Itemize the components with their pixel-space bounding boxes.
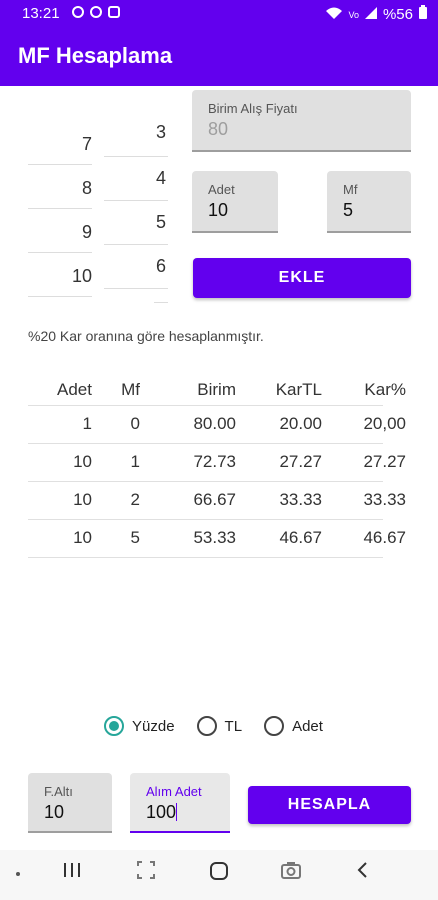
back-icon[interactable] [354,860,372,886]
birim-fiyat-field[interactable]: Birim Alış Fiyatı 80 [192,90,411,152]
nav-dot-icon [16,872,20,876]
picker-divider [154,302,168,303]
table-row: 10 5 53.33 46.67 46.67 [28,520,406,558]
browser-icon [90,6,102,18]
app-bar: MF Hesaplama [0,28,438,86]
cell-adet: 10 [73,490,92,509]
alim-adet-label: Alım Adet [146,784,202,799]
faltı-value: 10 [44,802,65,822]
picker-divider [104,200,168,201]
ekle-button[interactable]: EKLE [193,258,411,298]
anchor-icon [72,6,84,18]
mf-label: Mf [343,182,358,197]
radio-yuzde[interactable]: Yüzde [104,716,175,736]
cell-birim: 53.33 [193,528,236,547]
cell-karyuzde: 27.27 [363,452,406,471]
camera-icon[interactable] [280,860,302,886]
picker-divider [28,208,92,209]
adet-label: Adet [208,182,235,197]
cell-adet: 1 [82,414,92,433]
radio-adet-label[interactable]: Adet [292,718,323,735]
status-time: 13:21 [22,5,60,22]
image-icon [108,6,120,18]
app-title: MF Hesaplama [18,43,173,68]
picker-divider [28,252,92,253]
alim-adet-value: 100 [146,802,177,822]
hesapla-button[interactable]: HESAPLA [248,786,411,824]
system-nav-bar [0,850,438,900]
cell-karyuzde: 46.67 [363,528,406,547]
adet-field[interactable]: Adet 10 [192,171,278,233]
mf-value: 5 [343,200,354,220]
home-icon[interactable] [208,860,230,888]
radio-checked-icon[interactable] [104,716,124,736]
radio-adet[interactable]: Adet [264,716,323,736]
picker-divider [104,244,168,245]
radio-tl-label[interactable]: TL [225,718,243,735]
cell-kartl: 27.27 [279,452,322,471]
radio-yuzde-label[interactable]: Yüzde [132,718,175,735]
faltı-field[interactable]: F.Altı 10 [28,773,112,833]
cell-adet: 10 [73,452,92,471]
battery-icon [418,5,428,24]
scan-icon[interactable] [136,860,156,886]
results-table: Adet Mf Birim KarTL Kar% 1 0 80.00 20.00… [28,372,406,558]
header-karyuzde: Kar% [364,380,406,399]
alim-adet-field[interactable]: Alım Adet 100 [130,773,230,833]
radio-unchecked-icon[interactable] [264,716,285,736]
birim-fiyat-label: Birim Alış Fiyatı [208,101,298,116]
cell-mf: 5 [130,528,140,547]
battery-text: %56 [382,6,413,23]
picker-item[interactable]: 7 [28,134,92,155]
mf-number-picker[interactable]: 3 4 5 6 [104,120,168,310]
picker-item[interactable]: 8 [28,178,92,199]
adet-value: 10 [208,200,229,220]
cell-kartl: 20.00 [279,414,322,433]
profit-rate-note: %20 Kar oranına göre hesaplanmıştır. [28,328,264,344]
cell-mf: 0 [130,414,140,433]
birim-fiyat-hint: 80 [208,119,229,139]
volte-icon: Vo [348,9,359,20]
table-header-row: Adet Mf Birim KarTL Kar% [28,372,406,406]
recent-apps-icon[interactable] [62,860,82,886]
cell-karyuzde: 20,00 [363,414,406,433]
cell-karyuzde: 33.33 [363,490,406,509]
cell-birim: 80.00 [193,414,236,433]
radio-unchecked-icon[interactable] [196,716,217,736]
mode-radio-group: Yüzde TL Adet [104,716,323,736]
picker-divider [104,288,168,289]
text-cursor [176,803,178,821]
cell-adet: 10 [73,528,92,547]
signal-icon [364,6,378,24]
table-row: 10 1 72.73 27.27 27.27 [28,444,406,482]
radio-tl[interactable]: TL [196,716,243,736]
wifi-icon [325,6,343,24]
cell-kartl: 46.67 [279,528,322,547]
status-bar: 13:21 Vo %56 [0,0,438,28]
picker-item[interactable]: 6 [104,256,166,277]
header-birim: Birim [197,380,236,399]
picker-item[interactable]: 3 [104,122,166,143]
mf-field[interactable]: Mf 5 [327,171,411,233]
picker-item[interactable]: 4 [104,168,166,189]
cell-kartl: 33.33 [279,490,322,509]
table-row: 10 2 66.67 33.33 33.33 [28,482,406,520]
adet-number-picker[interactable]: 7 8 9 10 [28,120,92,310]
header-mf: Mf [121,380,140,399]
table-row: 1 0 80.00 20.00 20,00 [28,406,406,444]
picker-item[interactable]: 5 [104,212,166,233]
picker-divider [28,164,92,165]
picker-item[interactable]: 10 [28,266,92,287]
picker-divider [28,296,92,297]
cell-mf: 1 [130,452,140,471]
cell-birim: 66.67 [193,490,236,509]
header-kartl: KarTL [275,380,322,399]
faltı-label: F.Altı [44,784,73,799]
cell-birim: 72.73 [193,452,236,471]
alim-adet-value-wrap: 100 [146,802,178,823]
cell-mf: 2 [130,490,140,509]
picker-divider [104,156,168,157]
picker-item[interactable]: 9 [28,222,92,243]
header-adet: Adet [57,380,92,399]
